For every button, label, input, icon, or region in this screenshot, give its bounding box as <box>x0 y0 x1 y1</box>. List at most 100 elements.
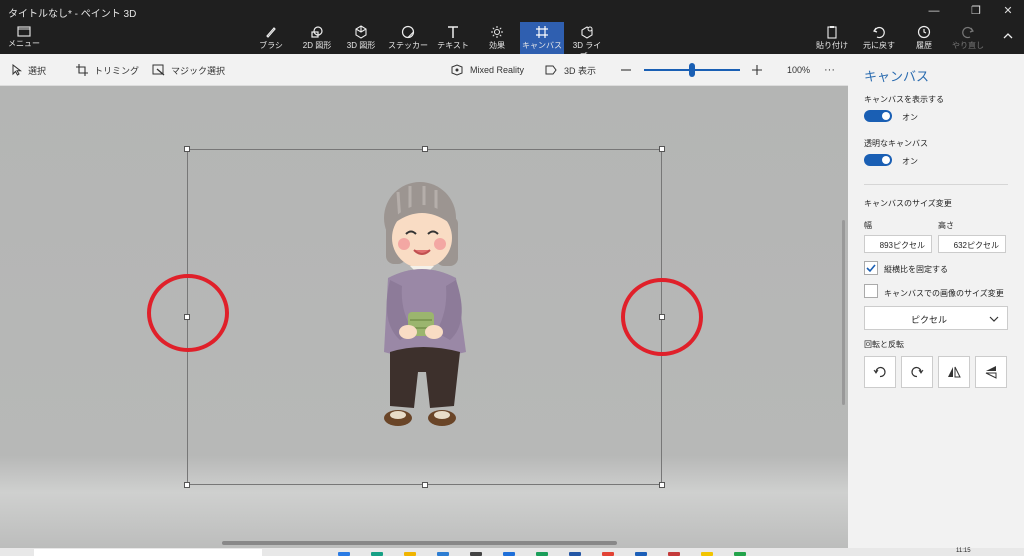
tool-2d-shapes[interactable]: 2D 図形 <box>298 22 336 54</box>
taskbar-search[interactable] <box>34 549 262 556</box>
paste-button[interactable]: 貼り付け <box>812 22 852 54</box>
width-field[interactable]: 893ピクセル <box>864 235 932 253</box>
collapse-button[interactable] <box>996 22 1020 54</box>
vertical-scrollbar[interactable] <box>842 220 845 405</box>
tool-label: 3D 図形 <box>346 41 376 50</box>
tool-brush[interactable]: ブラシ <box>254 22 288 54</box>
sticker-icon <box>401 25 415 39</box>
taskbar-app-icon[interactable] <box>338 552 350 556</box>
highlight-ring-right <box>621 278 703 356</box>
tool-label: ステッカー <box>388 41 428 50</box>
resize-handle-top-right[interactable] <box>659 146 665 152</box>
flip-horizontal-button[interactable] <box>938 356 970 388</box>
crop-button[interactable]: トリミング <box>76 54 139 86</box>
resize-handle-top-left[interactable] <box>184 146 190 152</box>
rotate-right-button[interactable] <box>901 356 933 388</box>
minus-icon <box>621 69 631 71</box>
zoom-slider[interactable] <box>644 54 740 86</box>
magic-select-button[interactable]: マジック選択 <box>152 54 225 86</box>
undo-button[interactable]: 元に戻す <box>858 22 900 54</box>
redo-button[interactable]: やり直し <box>948 22 988 54</box>
rotate-left-button[interactable] <box>864 356 896 388</box>
view-3d-button[interactable]: 3D 表示 <box>544 54 596 86</box>
window-title: タイトルなし* - ペイント 3D <box>8 9 137 20</box>
clipboard-icon <box>827 26 837 39</box>
maximize-button[interactable]: ❐ <box>962 0 990 22</box>
taskbar-app-icon[interactable] <box>701 552 713 556</box>
select-button[interactable]: 選択 <box>12 54 46 86</box>
taskbar-app-icon[interactable] <box>668 552 680 556</box>
chevron-down-icon <box>989 316 999 322</box>
taskbar-app-icon[interactable] <box>503 552 515 556</box>
plus-icon <box>752 65 762 75</box>
menu-button[interactable]: メニュー <box>4 22 44 54</box>
tool-label: キャンバス <box>522 41 562 50</box>
width-label: 幅 <box>864 221 872 230</box>
divider <box>864 184 1008 185</box>
mixed-reality-button[interactable]: Mixed Reality <box>450 54 524 86</box>
transparent-canvas-state: オン <box>902 157 918 166</box>
taskbar-app-icon[interactable] <box>635 552 647 556</box>
taskbar-app-icon[interactable] <box>536 552 548 556</box>
show-canvas-toggle[interactable] <box>864 110 892 122</box>
taskbar-app-icon[interactable] <box>569 552 581 556</box>
tool-label: テキスト <box>437 41 469 50</box>
tool-3d-shapes[interactable]: 3D 図形 <box>342 22 380 54</box>
taskbar-app-icon[interactable] <box>371 552 383 556</box>
history-button[interactable]: 履歴 <box>904 22 944 54</box>
tool-3d-library[interactable]: 3D ライブ... <box>566 22 608 61</box>
tool-canvas[interactable]: キャンバス <box>520 22 564 54</box>
transparent-canvas-label: 透明なキャンバス <box>864 139 928 148</box>
tool-label: 2D 図形 <box>302 41 332 50</box>
resize-handle-bottom-left[interactable] <box>184 482 190 488</box>
mixed-reality-label: Mixed Reality <box>470 65 525 75</box>
taskbar-app-icon[interactable] <box>734 552 746 556</box>
close-button[interactable]: ✕ <box>994 0 1022 22</box>
tool-stickers[interactable]: ステッカー <box>388 22 428 54</box>
select-label: 選択 <box>28 65 47 76</box>
lock-ratio-checkbox[interactable] <box>864 261 878 275</box>
zoom-slider-thumb[interactable] <box>689 63 695 77</box>
view-3d-label: 3D 表示 <box>564 65 597 76</box>
brush-icon <box>266 27 276 38</box>
folder-icon <box>17 26 31 37</box>
zoom-value: 100% <box>787 65 811 75</box>
resize-handle-bottom-right[interactable] <box>659 482 665 488</box>
magic-select-label: マジック選択 <box>171 65 226 76</box>
flip-vertical-button[interactable] <box>975 356 1007 388</box>
zoom-in-button[interactable] <box>751 54 763 86</box>
height-label: 高さ <box>938 221 954 230</box>
height-field[interactable]: 632ピクセル <box>938 235 1006 253</box>
more-button[interactable]: ··· <box>824 54 835 86</box>
horizontal-scrollbar[interactable] <box>222 541 617 545</box>
transparent-canvas-toggle[interactable] <box>864 154 892 166</box>
rotate-flip-title: 回転と反転 <box>864 340 904 349</box>
taskbar-app-icon[interactable] <box>404 552 416 556</box>
library-3d-icon <box>581 26 593 39</box>
taskbar-app-icon[interactable] <box>437 552 449 556</box>
zoom-out-button[interactable] <box>620 54 632 86</box>
tool-effects[interactable]: 効果 <box>480 22 514 54</box>
flip-vertical-icon <box>985 366 997 379</box>
canvas-workspace[interactable] <box>0 86 848 548</box>
taskbar-app-icon[interactable] <box>470 552 482 556</box>
tool-label: 効果 <box>489 41 505 50</box>
resize-handle-bottom[interactable] <box>422 482 428 488</box>
more-label: ··· <box>824 64 835 76</box>
highlight-ring-left <box>147 274 229 352</box>
crop-label: トリミング <box>94 65 140 76</box>
history-label: 履歴 <box>916 41 932 50</box>
canvas-toolbar: 選択 トリミング マジック選択 Mixed Reality 3D 表示 100%… <box>0 54 848 86</box>
zoom-percent: 100% <box>787 54 810 86</box>
tool-text[interactable]: テキスト <box>436 22 470 54</box>
unit-dropdown[interactable]: ピクセル <box>864 306 1008 330</box>
magic-select-icon <box>152 64 165 76</box>
crop-icon <box>76 64 88 76</box>
resize-image-checkbox[interactable] <box>864 284 878 298</box>
title-bar: タイトルなし* - ペイント 3D — ❐ ✕ <box>0 0 1024 22</box>
resize-image-label: キャンバスでの画像のサイズ変更 <box>884 289 1004 298</box>
resize-handle-top[interactable] <box>422 146 428 152</box>
taskbar-app-icon[interactable] <box>602 552 614 556</box>
checkmark-icon <box>866 264 876 273</box>
minimize-button[interactable]: — <box>920 0 948 22</box>
